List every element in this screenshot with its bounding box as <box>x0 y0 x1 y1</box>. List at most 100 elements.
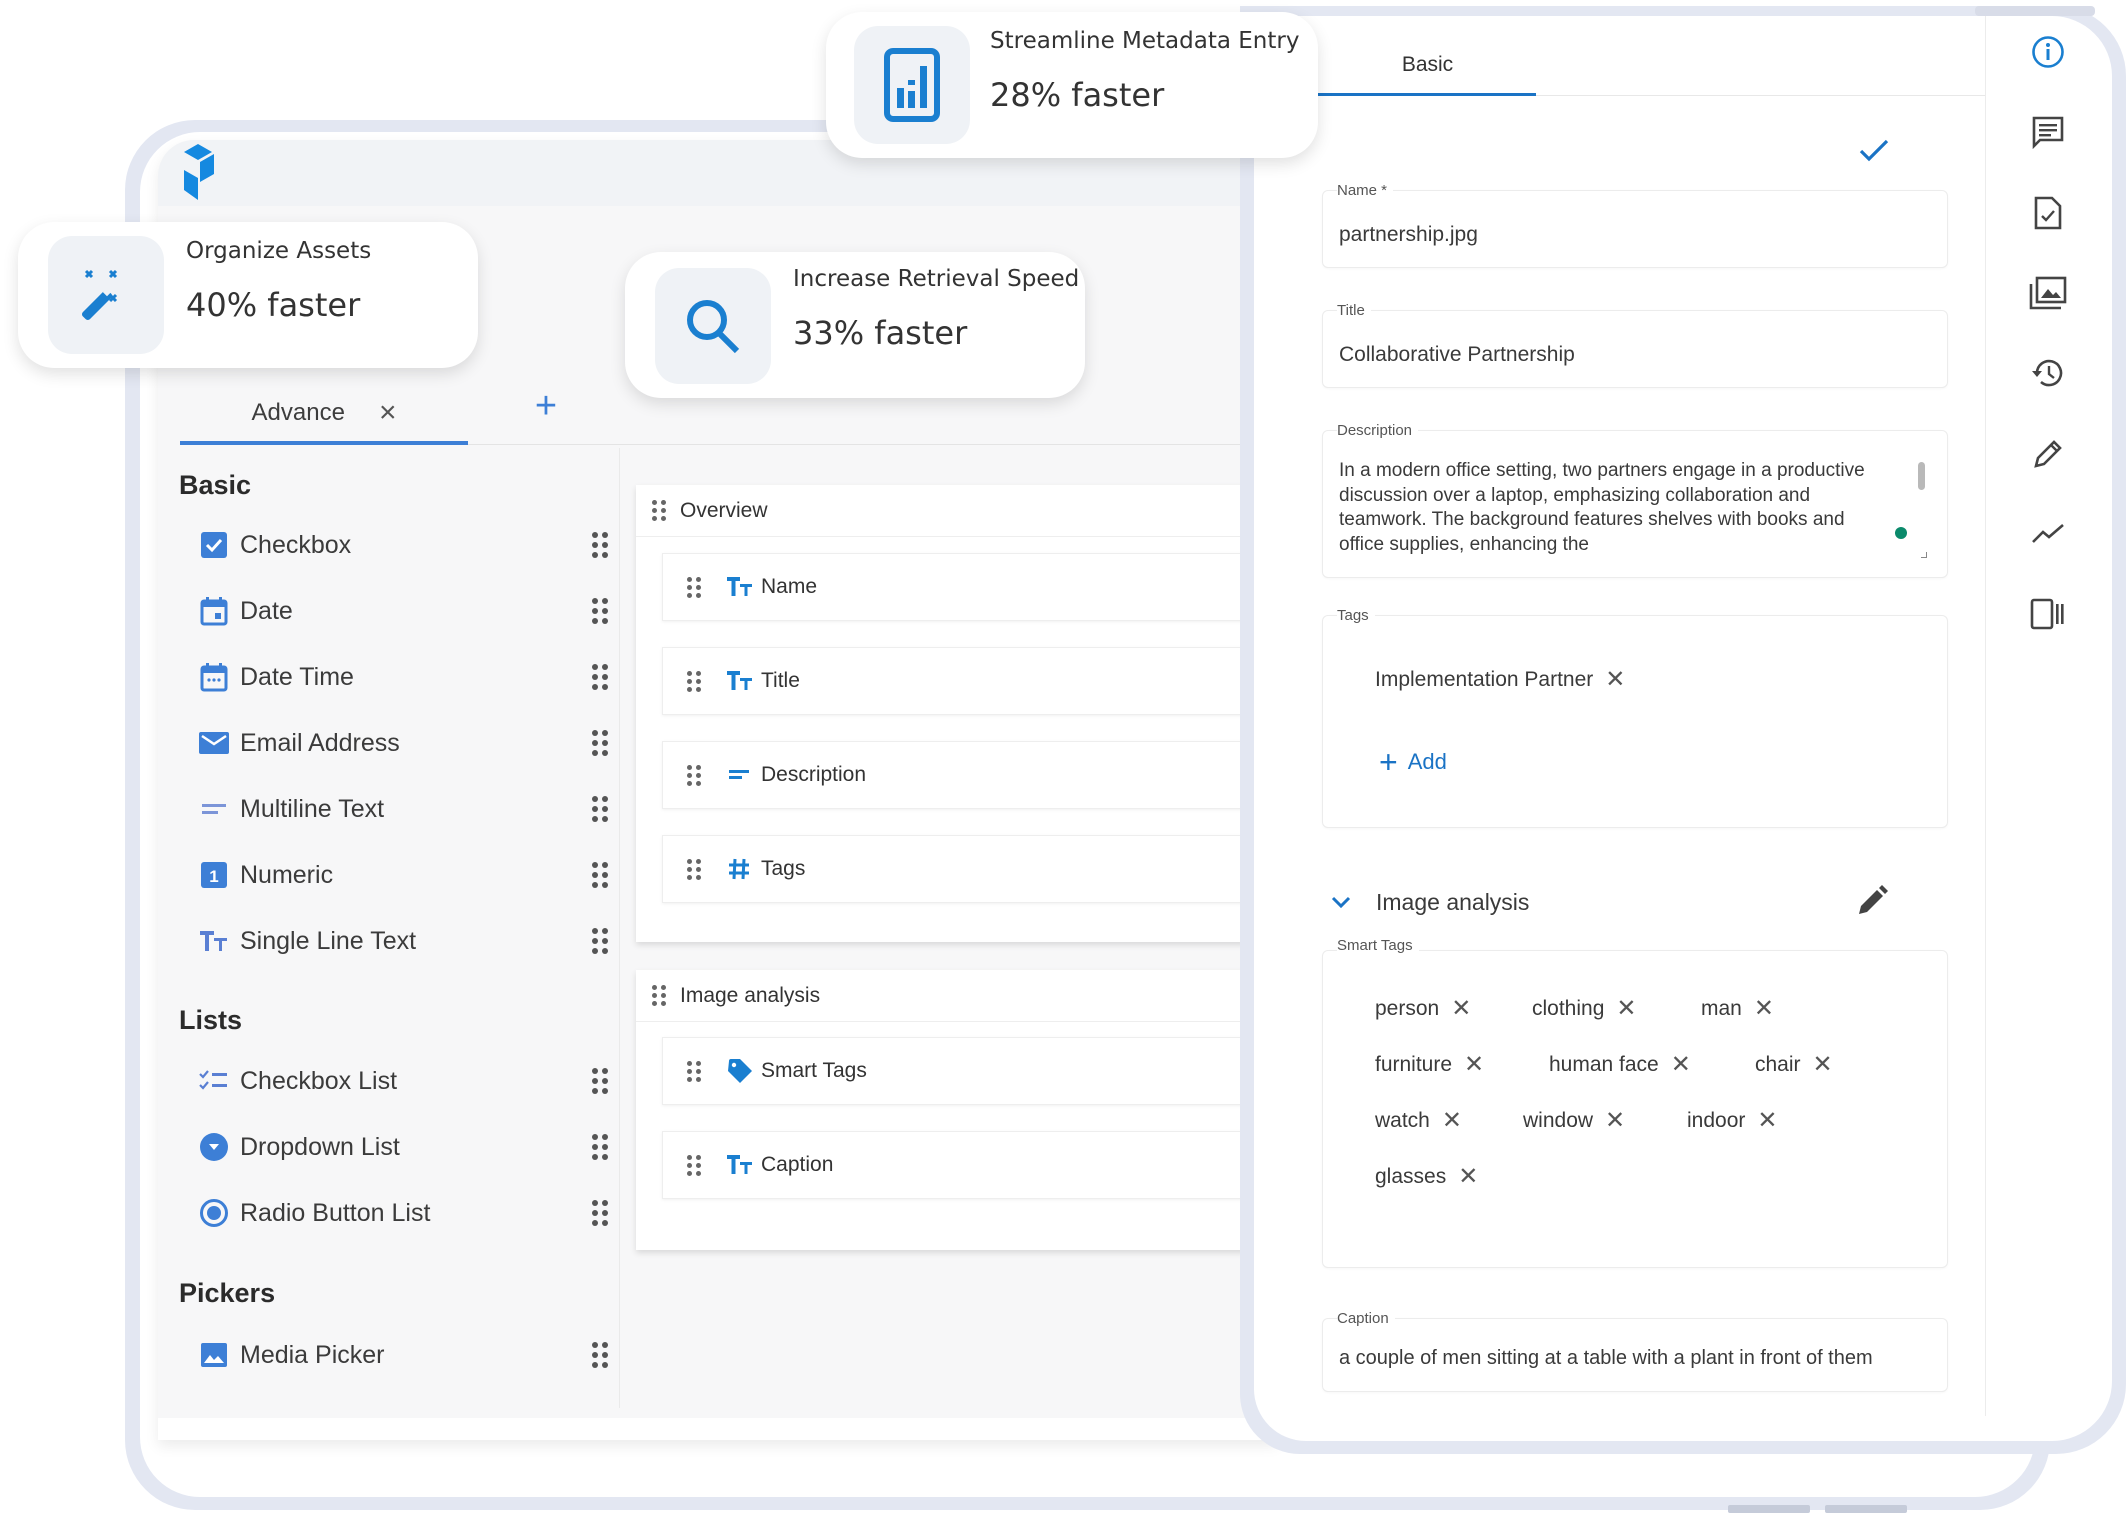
multiline-text-icon <box>727 768 755 782</box>
comment-icon[interactable] <box>2025 109 2071 155</box>
description-field[interactable]: Description In a modern office setting, … <box>1322 422 1948 578</box>
drag-handle-icon[interactable] <box>592 1200 608 1226</box>
field-label: Name <box>761 575 818 598</box>
history-icon[interactable] <box>2025 350 2071 396</box>
smart-tag-label: human face <box>1549 1053 1659 1076</box>
tag-icon <box>727 1058 755 1084</box>
drag-handle-icon[interactable] <box>687 670 701 692</box>
title-field-value[interactable]: Collaborative Partnership <box>1339 343 1575 367</box>
remove-tag-icon[interactable]: ✕ <box>1442 1109 1462 1133</box>
drag-handle-icon[interactable] <box>687 764 701 786</box>
remove-tag-icon[interactable]: ✕ <box>1813 1053 1833 1077</box>
tab-advance[interactable]: Advance × <box>180 380 468 446</box>
chevron-down-icon[interactable] <box>1326 887 1356 917</box>
remove-tag-icon[interactable]: ✕ <box>1754 997 1774 1021</box>
drag-handle-icon[interactable] <box>592 928 608 954</box>
remove-tag-icon[interactable]: ✕ <box>1458 1165 1478 1189</box>
group-header[interactable]: Overview <box>636 485 1246 537</box>
drag-handle-icon[interactable] <box>592 796 608 822</box>
group-header[interactable]: Image analysis <box>636 970 1246 1022</box>
drag-handle-icon[interactable] <box>592 862 608 888</box>
drag-handle-icon[interactable] <box>592 1068 608 1094</box>
group-field-title[interactable]: Title <box>662 647 1252 715</box>
tab-basic[interactable]: Basic <box>1320 36 1535 94</box>
palette-item-email[interactable]: Email Address <box>198 718 608 768</box>
palette-item-dropdown-list[interactable]: Dropdown List <box>198 1122 608 1172</box>
smart-tag-label: indoor <box>1687 1109 1746 1132</box>
text-icon <box>727 670 755 692</box>
group-field-tags[interactable]: Tags <box>662 835 1252 903</box>
smart-tag-label: person <box>1375 997 1440 1020</box>
drag-handle-icon[interactable] <box>592 730 608 756</box>
drag-handle-icon[interactable] <box>652 985 666 1007</box>
smart-tag-chip: man ✕ <box>1701 997 1774 1021</box>
add-tag-button[interactable]: + Add <box>1379 746 1447 778</box>
field-label: Caption <box>761 1153 834 1176</box>
info-icon[interactable] <box>2025 29 2071 75</box>
palette-item-radio-list[interactable]: Radio Button List <box>198 1188 608 1238</box>
magic-wand-icon <box>48 236 164 354</box>
remove-tag-icon[interactable]: ✕ <box>1464 1053 1484 1077</box>
caption-field[interactable]: Caption a couple of men sitting at a tab… <box>1322 1310 1948 1392</box>
group-field-name[interactable]: Name <box>662 553 1252 621</box>
drag-handle-icon[interactable] <box>687 1154 701 1176</box>
section-title-basic: Basic <box>179 470 252 500</box>
palette-item-media-picker[interactable]: Media Picker <box>198 1330 608 1380</box>
name-field-value[interactable]: partnership.jpg <box>1339 223 1478 247</box>
panel-toggle-icon[interactable] <box>2025 591 2071 637</box>
image-analysis-header[interactable]: Image analysis <box>1322 880 1948 924</box>
file-check-icon[interactable] <box>2025 190 2071 236</box>
palette-item-label: Dropdown List <box>240 1132 400 1161</box>
drag-handle-icon[interactable] <box>592 598 608 624</box>
remove-tag-icon[interactable]: ✕ <box>1605 668 1625 692</box>
smart-tags-field: Smart Tags person ✕ clothing ✕ man ✕ furnit… <box>1322 937 1948 1268</box>
remove-tag-icon[interactable]: ✕ <box>1757 1109 1777 1133</box>
palette-item-numeric[interactable]: 1 Numeric <box>198 850 608 900</box>
smart-tag-label: chair <box>1755 1053 1801 1076</box>
palette-item-date[interactable]: Date <box>198 586 608 636</box>
drag-handle-icon[interactable] <box>592 1134 608 1160</box>
drag-handle-icon[interactable] <box>687 576 701 598</box>
smart-tag-chip: human face ✕ <box>1549 1053 1691 1077</box>
drag-handle-icon[interactable] <box>592 1342 608 1368</box>
remove-tag-icon[interactable]: ✕ <box>1451 997 1471 1021</box>
add-tab-button[interactable]: + <box>530 386 562 426</box>
pencil-icon[interactable] <box>2025 431 2071 477</box>
group-field-smart-tags[interactable]: Smart Tags <box>662 1037 1252 1105</box>
group-field-caption[interactable]: Caption <box>662 1131 1252 1199</box>
drag-handle-icon[interactable] <box>687 1060 701 1082</box>
palette-item-date-time[interactable]: Date Time <box>198 652 608 702</box>
scrollbar[interactable] <box>1918 462 1925 490</box>
drag-handle-icon[interactable] <box>592 532 608 558</box>
image-library-icon[interactable] <box>2025 270 2071 316</box>
remove-tag-icon[interactable]: ✕ <box>1616 997 1636 1021</box>
remove-tag-icon[interactable]: ✕ <box>1605 1109 1625 1133</box>
description-textarea[interactable]: In a modern office setting, two partners… <box>1339 459 1879 563</box>
resize-handle[interactable] <box>1921 552 1927 558</box>
drag-handle-icon[interactable] <box>652 500 666 522</box>
drag-handle-icon[interactable] <box>687 858 701 880</box>
field-label: Tags <box>761 857 806 880</box>
field-label: Smart Tags <box>761 1059 867 1082</box>
palette-item-label: Email Address <box>240 728 400 757</box>
edit-icon[interactable] <box>1854 885 1888 919</box>
checklist-icon <box>198 1065 230 1097</box>
text-icon <box>198 925 230 957</box>
trend-icon[interactable] <box>2025 511 2071 557</box>
remove-tag-icon[interactable]: ✕ <box>1671 1053 1691 1077</box>
text-icon <box>727 576 755 598</box>
name-field[interactable]: Name * partnership.jpg <box>1322 182 1948 268</box>
close-icon[interactable]: × <box>379 398 397 428</box>
palette-item-single-line[interactable]: Single Line Text <box>198 916 608 966</box>
caption-field-label: Caption <box>1337 1310 1395 1327</box>
title-field[interactable]: Title Collaborative Partnership <box>1322 302 1948 388</box>
palette-item-checkbox[interactable]: Checkbox <box>198 520 608 570</box>
group-field-description[interactable]: Description <box>662 741 1252 809</box>
image-icon <box>198 1339 230 1371</box>
save-check-icon[interactable] <box>1856 132 1892 168</box>
drag-handle-icon[interactable] <box>592 664 608 690</box>
palette-item-checkbox-list[interactable]: Checkbox List <box>198 1056 608 1106</box>
palette-item-multiline[interactable]: Multiline Text <box>198 784 608 834</box>
caption-field-value[interactable]: a couple of men sitting at a table with … <box>1339 1347 1873 1370</box>
section-title-pickers: Pickers <box>179 1278 276 1308</box>
